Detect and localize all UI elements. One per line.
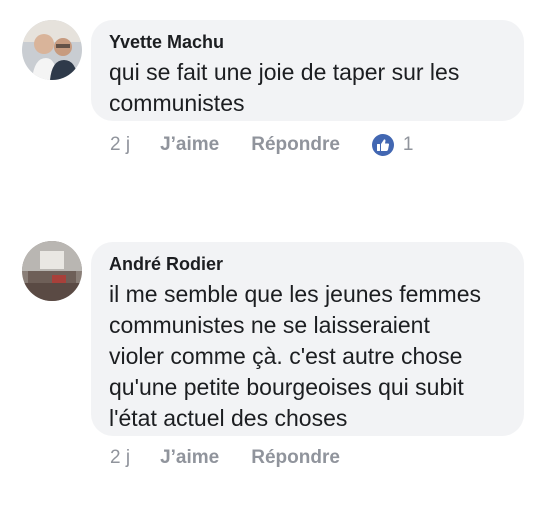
comment-actions: 2 j J’aime Répondre 1 xyxy=(110,130,414,160)
comment-text-line: communistes xyxy=(109,90,245,116)
comment-text-line: qu'une petite bourgeoises qui subit xyxy=(109,374,464,400)
comment-bubble: André Rodier il me semble que les jeunes… xyxy=(91,242,524,436)
like-button[interactable]: J’aime xyxy=(160,134,219,156)
like-button[interactable]: J’aime xyxy=(160,447,219,469)
comment-text-line: communistes ne se laisseraient xyxy=(109,312,430,338)
comment-text: qui se fait une joie de taper sur les co… xyxy=(109,57,506,119)
avatar[interactable] xyxy=(22,20,82,80)
comment-bubble: Yvette Machu qui se fait une joie de tap… xyxy=(91,20,524,121)
comment-text-line: l'état actuel des choses xyxy=(109,405,348,431)
comment-timestamp[interactable]: 2 j xyxy=(110,134,130,156)
comment-text-line: violer comme çà. c'est autre chose xyxy=(109,343,463,369)
comment-text-line: il me semble que les jeunes femmes xyxy=(109,281,481,307)
comment-text: il me semble que les jeunes femmes commu… xyxy=(109,279,506,434)
reply-button[interactable]: Répondre xyxy=(251,447,340,469)
comment-author[interactable]: André Rodier xyxy=(109,253,506,275)
comment-timestamp[interactable]: 2 j xyxy=(110,447,130,469)
thumbs-up-icon xyxy=(371,134,394,156)
comment-actions: 2 j J’aime Répondre xyxy=(110,443,372,473)
reaction-count: 1 xyxy=(402,134,414,155)
avatar[interactable] xyxy=(22,241,82,301)
comment-author[interactable]: Yvette Machu xyxy=(109,31,506,53)
comment-text-line: qui se fait une joie de taper sur les xyxy=(109,59,460,85)
reply-button[interactable]: Répondre xyxy=(251,134,340,156)
reaction-summary[interactable]: 1 xyxy=(371,134,414,156)
